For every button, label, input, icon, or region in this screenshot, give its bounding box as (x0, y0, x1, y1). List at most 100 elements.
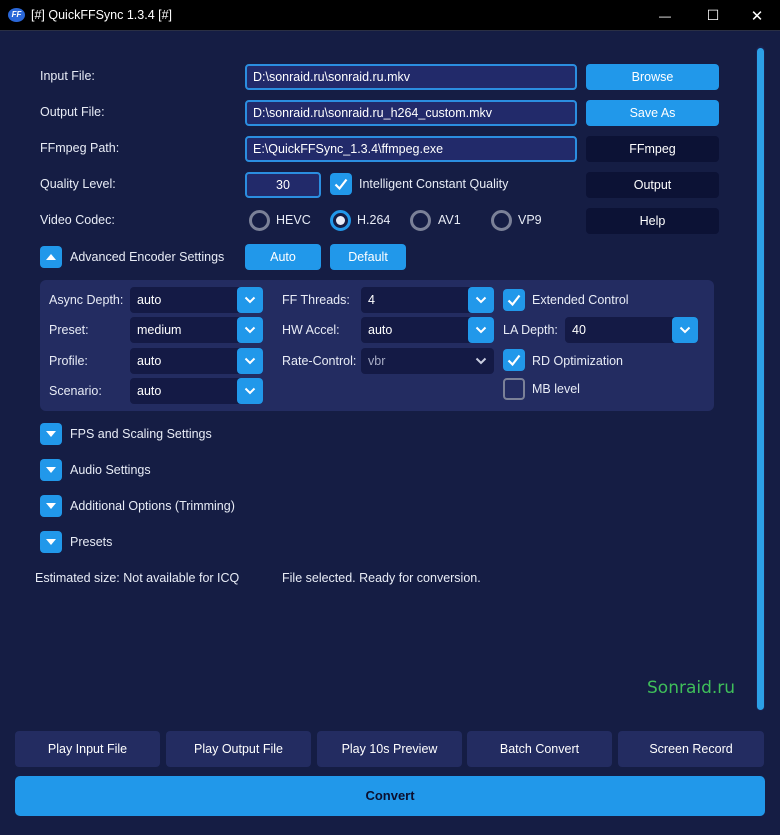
rate-control-select[interactable]: vbr (361, 348, 494, 374)
radio-h264[interactable] (330, 210, 351, 231)
estimated-size-text: Estimated size: Not available for ICQ (35, 571, 240, 585)
chevron-down-icon (468, 317, 494, 343)
radio-av1[interactable] (410, 210, 431, 231)
mb-level-label: MB level (532, 382, 580, 396)
minimize-button[interactable]: — (642, 0, 688, 31)
chevron-down-icon (672, 317, 698, 343)
radio-av1-label: AV1 (438, 213, 461, 227)
advanced-settings-toggle[interactable] (40, 246, 62, 268)
default-button[interactable]: Default (330, 244, 406, 270)
watermark: Sonraid.ru (647, 678, 736, 698)
minimize-icon: — (659, 8, 671, 23)
title-bar: FF [#] QuickFFSync 1.3.4 [#] — ☐ ✕ (0, 0, 780, 31)
presets-label: Presets (70, 535, 113, 549)
checkmark-icon (507, 294, 521, 307)
checkmark-icon (334, 178, 348, 191)
extended-control-label: Extended Control (532, 293, 629, 307)
hw-accel-label: HW Accel: (282, 323, 340, 337)
chevron-down-icon (46, 467, 56, 473)
icq-checkbox[interactable] (330, 173, 352, 195)
chevron-down-icon (237, 317, 263, 343)
browse-button[interactable]: Browse (586, 64, 719, 90)
radio-vp9-label: VP9 (518, 213, 542, 227)
async-depth-select[interactable]: auto (130, 287, 263, 313)
checkmark-icon (507, 354, 521, 367)
chevron-down-icon (237, 378, 263, 404)
radio-h264-label: H.264 (357, 213, 391, 227)
play-input-file-button[interactable]: Play Input File (15, 731, 160, 767)
rd-optimization-checkbox[interactable] (503, 349, 525, 371)
auto-button[interactable]: Auto (245, 244, 321, 270)
la-depth-select[interactable]: 40 (565, 317, 698, 343)
chevron-down-icon (468, 348, 494, 374)
maximize-icon: ☐ (706, 7, 720, 23)
window-title: [#] QuickFFSync 1.3.4 [#] (31, 8, 173, 22)
app-icon: FF (8, 8, 25, 22)
ff-threads-label: FF Threads: (282, 293, 350, 307)
video-codec-label: Video Codec: (40, 213, 115, 227)
chevron-up-icon (46, 254, 56, 260)
preset-select[interactable]: medium (130, 317, 263, 343)
async-depth-label: Async Depth: (49, 293, 124, 307)
output-button[interactable]: Output (586, 172, 719, 198)
mb-level-checkbox[interactable] (503, 378, 525, 400)
close-button[interactable]: ✕ (734, 0, 780, 31)
profile-value: auto (137, 354, 162, 368)
play-output-file-button[interactable]: Play Output File (166, 731, 311, 767)
preset-value: medium (137, 323, 182, 337)
chevron-down-icon (237, 348, 263, 374)
close-icon: ✕ (750, 7, 764, 25)
async-depth-value: auto (137, 293, 162, 307)
chevron-down-icon (46, 431, 56, 437)
hw-accel-value: auto (368, 323, 393, 337)
input-file-label: Input File: (40, 69, 95, 83)
presets-toggle[interactable] (40, 531, 62, 553)
chevron-down-icon (46, 503, 56, 509)
chevron-down-icon (46, 539, 56, 545)
help-button[interactable]: Help (586, 208, 719, 234)
scenario-select[interactable]: auto (130, 378, 263, 404)
audio-settings-toggle[interactable] (40, 459, 62, 481)
additional-options-label: Additional Options (Trimming) (70, 499, 235, 513)
rate-control-label: Rate-Control: (282, 354, 357, 368)
scenario-label: Scenario: (49, 384, 102, 398)
screen-record-button[interactable]: Screen Record (618, 731, 764, 767)
hw-accel-select[interactable]: auto (361, 317, 494, 343)
la-depth-label: LA Depth: (503, 323, 558, 337)
ffmpeg-path-label: FFmpeg Path: (40, 141, 120, 155)
extended-control-checkbox[interactable] (503, 289, 525, 311)
output-file-field[interactable]: D:\sonraid.ru\sonraid.ru_h264_custom.mkv (245, 100, 577, 126)
ffmpeg-path-field[interactable]: E:\QuickFFSync_1.3.4\ffmpeg.exe (245, 136, 577, 162)
rd-optimization-label: RD Optimization (532, 354, 623, 368)
quality-level-label: Quality Level: (40, 177, 116, 191)
play-preview-button[interactable]: Play 10s Preview (317, 731, 462, 767)
scenario-value: auto (137, 384, 162, 398)
fps-scaling-toggle[interactable] (40, 423, 62, 445)
chevron-down-icon (468, 287, 494, 313)
save-as-button[interactable]: Save As (586, 100, 719, 126)
input-file-field[interactable]: D:\sonraid.ru\sonraid.ru.mkv (245, 64, 577, 90)
profile-label: Profile: (49, 354, 88, 368)
quality-level-input[interactable]: 30 (245, 172, 321, 198)
preset-label: Preset: (49, 323, 89, 337)
maximize-button[interactable]: ☐ (690, 0, 736, 31)
output-file-label: Output File: (40, 105, 105, 119)
rate-control-value: vbr (368, 354, 386, 368)
convert-button[interactable]: Convert (15, 776, 765, 816)
fps-scaling-label: FPS and Scaling Settings (70, 427, 212, 441)
radio-hevc-label: HEVC (276, 213, 311, 227)
chevron-down-icon (237, 287, 263, 313)
advanced-settings-label: Advanced Encoder Settings (70, 250, 225, 264)
icq-label: Intelligent Constant Quality (359, 177, 509, 191)
batch-convert-button[interactable]: Batch Convert (467, 731, 612, 767)
additional-options-toggle[interactable] (40, 495, 62, 517)
radio-hevc[interactable] (249, 210, 270, 231)
profile-select[interactable]: auto (130, 348, 263, 374)
status-message: File selected. Ready for conversion. (282, 571, 481, 585)
ffmpeg-button[interactable]: FFmpeg (586, 136, 719, 162)
radio-vp9[interactable] (491, 210, 512, 231)
audio-settings-label: Audio Settings (70, 463, 151, 477)
scrollbar-thumb[interactable] (757, 48, 764, 710)
la-depth-value: 40 (572, 323, 586, 337)
ff-threads-select[interactable]: 4 (361, 287, 494, 313)
